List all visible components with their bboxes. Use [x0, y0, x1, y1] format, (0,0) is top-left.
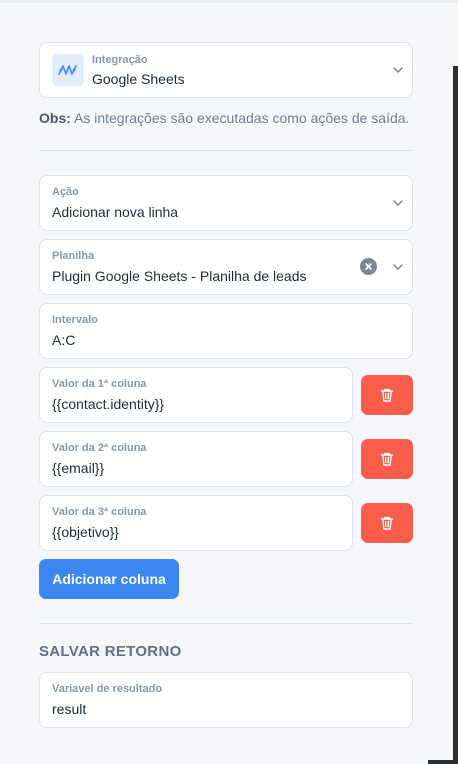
integration-value: Google Sheets — [92, 71, 185, 87]
delete-column-button-2[interactable] — [361, 439, 413, 479]
chevron-down-icon[interactable] — [391, 260, 405, 274]
column-value-input-3[interactable]: Valor da 3ª coluna {{objetivo}} — [39, 495, 353, 551]
column-label: Valor da 1ª coluna — [52, 378, 147, 390]
trash-icon — [380, 452, 394, 466]
integration-note-prefix: Obs: — [39, 110, 71, 126]
integration-label: Integração — [92, 54, 148, 66]
spreadsheet-label: Planilha — [52, 250, 95, 262]
chevron-down-icon[interactable] — [391, 196, 405, 210]
column-label: Valor da 3ª coluna — [52, 506, 147, 518]
column-value: {{objetivo}} — [52, 524, 119, 540]
range-value: A:C — [52, 332, 76, 348]
divider — [39, 150, 413, 151]
delete-column-button-1[interactable] — [361, 375, 413, 415]
add-column-button[interactable]: Adicionar coluna — [39, 559, 179, 599]
action-select[interactable]: Ação Adicionar nova linha — [39, 175, 413, 231]
spreadsheet-value: Plugin Google Sheets - Planilha de leads — [52, 268, 307, 284]
spreadsheet-select[interactable]: Planilha Plugin Google Sheets - Planilha… — [39, 239, 413, 295]
result-variable-value: result — [52, 701, 87, 717]
scrollbar-corner — [428, 760, 458, 764]
top-edge — [0, 0, 458, 3]
trash-icon — [380, 516, 394, 530]
result-variable-input[interactable]: Variavel de resultado result — [39, 672, 413, 728]
integration-select[interactable]: Integração Google Sheets — [39, 42, 413, 98]
range-label: Intervalo — [52, 314, 98, 326]
chevron-down-icon[interactable] — [391, 63, 405, 77]
trash-icon — [380, 388, 394, 402]
column-label: Valor da 2ª coluna — [52, 442, 147, 454]
delete-column-button-3[interactable] — [361, 503, 413, 543]
scrollbar[interactable] — [453, 66, 458, 764]
column-value-input-1[interactable]: Valor da 1ª coluna {{contact.identity}} — [39, 367, 353, 423]
divider — [39, 623, 413, 624]
range-input[interactable]: Intervalo A:C — [39, 303, 413, 359]
action-value: Adicionar nova linha — [52, 204, 179, 220]
result-variable-label: Variavel de resultado — [52, 683, 163, 695]
save-return-title: SALVAR RETORNO — [39, 643, 182, 660]
column-value-input-2[interactable]: Valor da 2ª coluna {{email}} — [39, 431, 353, 487]
column-value: {{email}} — [52, 460, 105, 476]
clear-icon[interactable] — [360, 258, 377, 275]
column-value: {{contact.identity}} — [52, 396, 165, 412]
integration-note: Obs: As integrações são executadas como … — [39, 110, 409, 126]
action-label: Ação — [52, 186, 79, 198]
integration-note-text: As integrações são executadas como ações… — [70, 110, 410, 126]
sheets-plugin-icon — [52, 54, 84, 86]
